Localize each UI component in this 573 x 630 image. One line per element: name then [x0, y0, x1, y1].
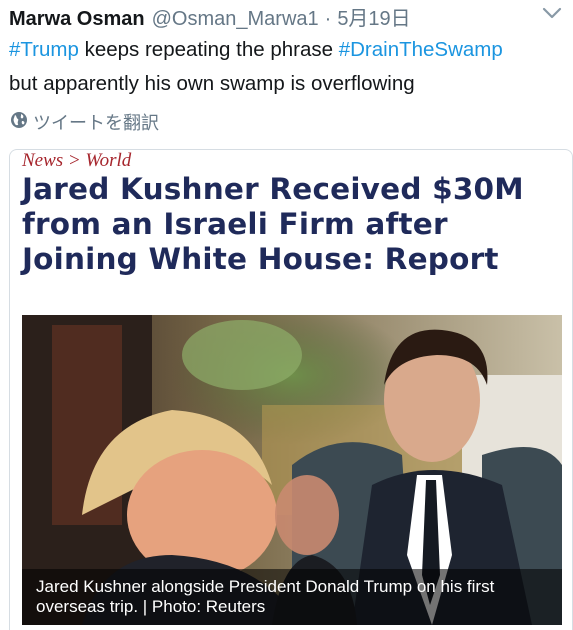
header-separator: · [324, 8, 332, 30]
hashtag-drain-link[interactable]: #DrainTheSwamp [339, 38, 503, 61]
card-breadcrumb[interactable]: News > World [22, 150, 131, 172]
tweet: Marwa Osman @Osman_Marwa1 · 5月19日 #Trump… [0, 0, 573, 630]
tweet-text: #Trump keeps repeating the phrase #Drain… [9, 33, 569, 101]
chevron-down-icon[interactable] [541, 4, 563, 22]
globe-icon [10, 111, 33, 134]
author-name[interactable]: Marwa Osman [9, 8, 145, 31]
tweet-text-part2: but apparently his own swamp is overflow… [9, 72, 415, 95]
tweet-timestamp[interactable]: 5月19日 [337, 2, 410, 31]
translate-tweet-button[interactable]: ツイートを翻訳 [10, 109, 159, 135]
link-card[interactable]: News > World Jared Kushner Received $30M… [9, 149, 573, 630]
tweet-header: Marwa Osman @Osman_Marwa1 · 5月19日 [9, 2, 411, 31]
translate-label: ツイートを翻訳 [33, 113, 159, 133]
photo-caption: Jared Kushner alongside President Donald… [22, 569, 562, 625]
tweet-text-part1: keeps repeating the phrase [78, 38, 339, 61]
author-handle[interactable]: @Osman_Marwa1 [152, 8, 319, 31]
hashtag-trump-link[interactable]: #Trump [9, 38, 79, 61]
card-headline[interactable]: Jared Kushner Received $30M from an Isra… [22, 172, 567, 277]
card-photo[interactable]: Jared Kushner alongside President Donald… [22, 315, 562, 625]
